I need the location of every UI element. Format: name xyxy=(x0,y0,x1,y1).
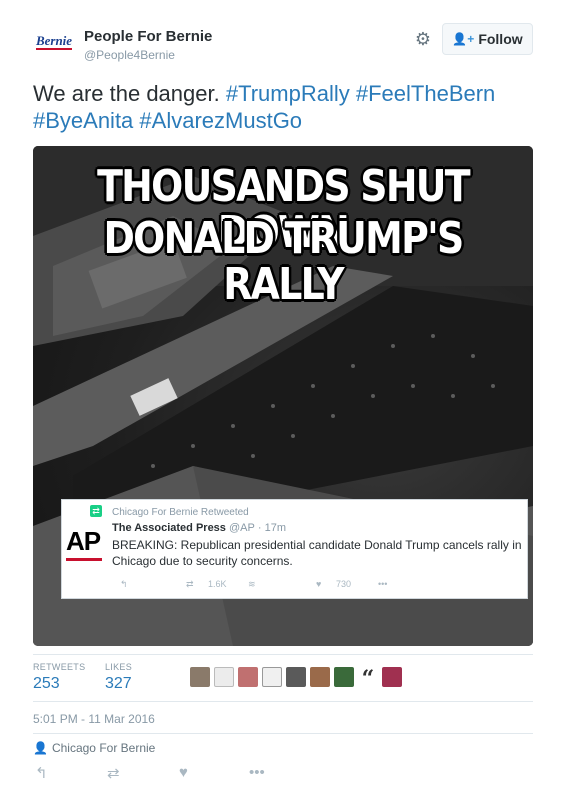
reply-icon[interactable]: ↰ xyxy=(35,764,48,782)
divider xyxy=(33,701,533,702)
hashtag-link[interactable]: #ByeAnita xyxy=(33,108,133,133)
embedded-actions: ↰ ⇄ 1.6K ≋ ♥ 730 ••• xyxy=(112,579,512,593)
follow-button[interactable]: 👤+ Follow xyxy=(442,23,533,55)
quote-icon[interactable]: “ xyxy=(358,667,378,691)
retweets-label: RETWEETS xyxy=(33,662,86,672)
layers-icon: ≋ xyxy=(248,579,256,589)
divider xyxy=(33,654,533,655)
hashtag-link[interactable]: #FeelTheBern xyxy=(356,81,495,106)
gear-icon[interactable]: ⚙ xyxy=(413,29,433,49)
add-user-icon: 👤+ xyxy=(452,32,475,46)
hashtag-link[interactable]: #AlvarezMustGo xyxy=(139,108,302,133)
reply-icon: ↰ xyxy=(120,579,128,589)
liker-avatar[interactable] xyxy=(334,667,354,687)
heart-icon[interactable]: ♥ xyxy=(179,764,188,781)
liker-avatar[interactable] xyxy=(310,667,330,687)
ap-logo: AP xyxy=(66,526,106,561)
retweeted-by-text: Chicago For Bernie Retweeted xyxy=(112,507,249,518)
retweet-icon[interactable]: ⇄ xyxy=(107,764,120,782)
likes-label: LIKES xyxy=(105,662,133,672)
more-icon: ••• xyxy=(378,579,388,589)
liker-avatars: “ xyxy=(190,667,402,691)
embedded-like-count: 730 xyxy=(336,579,352,589)
divider xyxy=(33,733,533,734)
tweet-text: We are the danger. #TrumpRally #FeelTheB… xyxy=(33,80,533,134)
avatar-logo-text: Bernie xyxy=(35,33,73,50)
embedded-tweet-body: BREAKING: Republican presidential candid… xyxy=(112,538,522,568)
embedded-author: The Associated Press @AP · 17m xyxy=(112,522,286,534)
heart-icon: ♥ xyxy=(316,579,322,589)
tweet-header: Bernie People For Bernie @People4Bernie … xyxy=(33,23,533,70)
liker-avatar[interactable] xyxy=(382,667,402,687)
embedded-retweet-count: 1.6K xyxy=(208,579,227,589)
embedded-tweet-card: ⇄ Chicago For Bernie Retweeted AP The As… xyxy=(61,499,528,599)
retweeted-by-name: Chicago For Bernie xyxy=(51,741,156,755)
tweet-actions: ↰ ⇄ ♥ ••• xyxy=(33,764,333,782)
meme-caption-line-2: DONALD TRUMP'S RALLY xyxy=(103,213,464,310)
user-handle[interactable]: @People4Bernie xyxy=(84,48,175,62)
liker-avatar[interactable] xyxy=(238,667,258,687)
follow-label: Follow xyxy=(478,31,523,47)
avatar[interactable]: Bernie xyxy=(33,30,75,54)
user-name[interactable]: People For Bernie xyxy=(84,28,212,45)
ap-logo-text: AP xyxy=(66,526,101,556)
tweet-stats: RETWEETS 253 LIKES 327 “ xyxy=(33,662,533,702)
liker-avatar[interactable] xyxy=(214,667,234,687)
likes-count[interactable]: 327 xyxy=(105,675,132,693)
hashtag-link[interactable]: #TrumpRally xyxy=(226,81,350,106)
liker-avatar[interactable] xyxy=(286,667,306,687)
embedded-author-handle: @AP xyxy=(228,522,255,534)
tweet-timestamp[interactable]: 5:01 PM - 11 Mar 2016 xyxy=(33,712,155,726)
retweeted-by-line[interactable]: 👤 Chicago For Bernie xyxy=(33,741,155,755)
more-icon[interactable]: ••• xyxy=(249,764,265,781)
liker-avatar[interactable] xyxy=(190,667,210,687)
retweet-icon: ⇄ xyxy=(186,579,194,589)
embedded-age: 17m xyxy=(264,522,287,534)
retweet-icon: ⇄ xyxy=(90,505,102,517)
embedded-separator: · xyxy=(257,522,262,534)
tweet-text-plain: We are the danger. xyxy=(33,81,220,106)
retweets-count[interactable]: 253 xyxy=(33,675,60,693)
person-icon: 👤 xyxy=(33,741,48,755)
embedded-author-name: The Associated Press xyxy=(112,522,226,534)
ap-logo-bar xyxy=(66,558,102,561)
liker-avatar[interactable] xyxy=(262,667,282,687)
tweet-media-image[interactable]: THOUSANDS SHUT DOWN DONALD TRUMP'S RALLY… xyxy=(33,146,533,646)
